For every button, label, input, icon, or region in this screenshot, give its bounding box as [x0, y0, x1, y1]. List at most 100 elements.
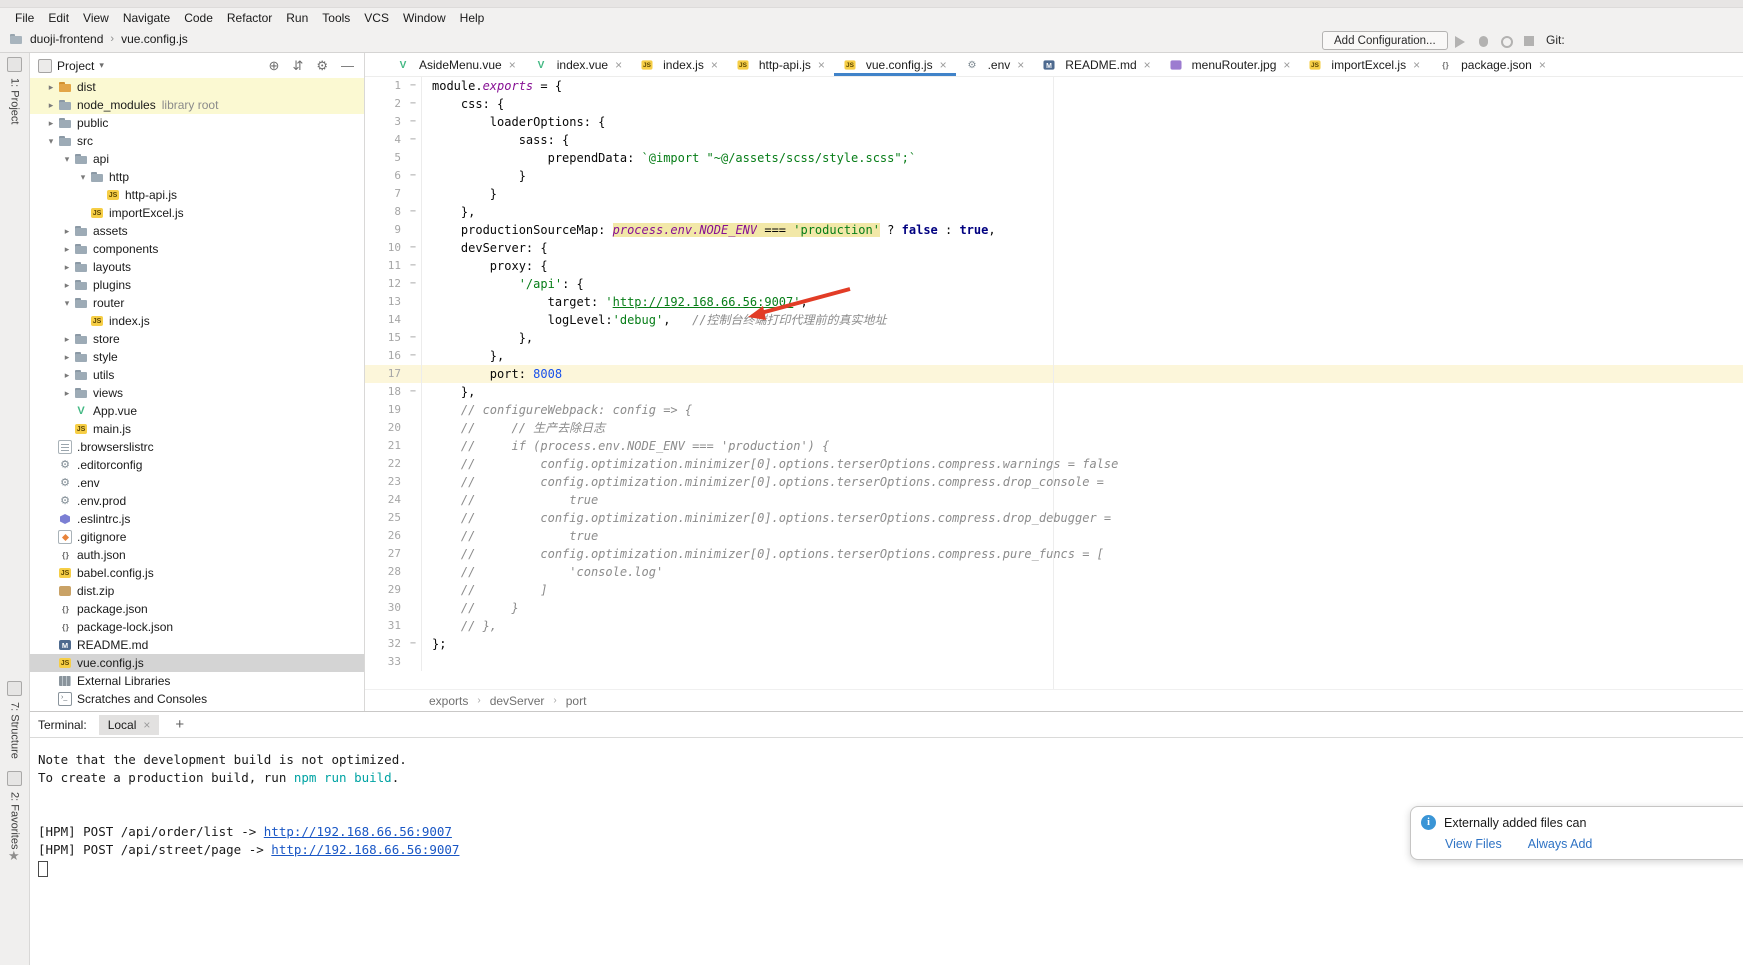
code-line[interactable]: 16− },: [365, 347, 1743, 365]
editor-tab[interactable]: index.js×: [631, 53, 727, 76]
toolwindow-button-favorites[interactable]: 2: Favorites: [0, 771, 29, 849]
tree-item[interactable]: auth.json: [30, 546, 364, 564]
editor-tab[interactable]: AsideMenu.vue×: [387, 53, 525, 76]
code-editor[interactable]: 1−module.exports = {2− css: {3− loaderOp…: [365, 77, 1743, 689]
fold-marker[interactable]: −: [405, 257, 422, 275]
code-line[interactable]: 2− css: {: [365, 95, 1743, 113]
tree-item[interactable]: .gitignore: [30, 528, 364, 546]
view-files-link[interactable]: View Files: [1445, 837, 1502, 851]
project-panel-title[interactable]: Project: [57, 59, 94, 73]
editor-breadcrumb-item[interactable]: exports: [429, 694, 468, 708]
code-line[interactable]: 23 // config.optimization.minimizer[0].o…: [365, 473, 1743, 491]
tree-item[interactable]: README.md: [30, 636, 364, 654]
code-line[interactable]: 33: [365, 653, 1743, 671]
tree-item[interactable]: babel.config.js: [30, 564, 364, 582]
tree-item[interactable]: Scratches and Consoles: [30, 690, 364, 708]
chevron-collapsed-icon[interactable]: ▸: [60, 262, 74, 273]
tab-close-icon[interactable]: ×: [1413, 58, 1420, 72]
menu-item-edit[interactable]: Edit: [41, 9, 76, 27]
tree-item[interactable]: ▸views: [30, 384, 364, 402]
tree-item[interactable]: ▸dist: [30, 78, 364, 96]
chevron-collapsed-icon[interactable]: ▸: [60, 226, 74, 237]
tab-close-icon[interactable]: ×: [1017, 58, 1024, 72]
tab-close-icon[interactable]: ×: [818, 58, 825, 72]
tab-close-icon[interactable]: ×: [509, 58, 516, 72]
tab-close-icon[interactable]: ×: [1144, 58, 1151, 72]
editor-tab[interactable]: index.vue×: [525, 53, 631, 76]
terminal-link[interactable]: http://192.168.66.56:9007: [271, 842, 459, 857]
tree-item[interactable]: ▸layouts: [30, 258, 364, 276]
menu-item-code[interactable]: Code: [177, 9, 220, 27]
editor-tab[interactable]: .env×: [956, 53, 1034, 76]
editor-tab[interactable]: package.json×: [1429, 53, 1555, 76]
dropdown-caret-icon[interactable]: [99, 60, 104, 71]
code-line[interactable]: 20 // // 生产去除日志: [365, 419, 1743, 437]
run-icon[interactable]: [1455, 36, 1465, 48]
tab-close-icon[interactable]: ×: [615, 58, 622, 72]
menu-item-file[interactable]: File: [8, 9, 41, 27]
tree-item[interactable]: dist.zip: [30, 582, 364, 600]
editor-tab[interactable]: vue.config.js×: [834, 53, 956, 76]
code-line[interactable]: 13 target: 'http://192.168.66.56:9007',: [365, 293, 1743, 311]
add-configuration-button[interactable]: Add Configuration...: [1322, 31, 1448, 50]
code-line[interactable]: 29 // ]: [365, 581, 1743, 599]
tree-item[interactable]: package.json: [30, 600, 364, 618]
code-line[interactable]: 9 productionSourceMap: process.env.NODE_…: [365, 221, 1743, 239]
code-line[interactable]: 4− sass: {: [365, 131, 1743, 149]
tree-item[interactable]: App.vue: [30, 402, 364, 420]
code-line[interactable]: 32−};: [365, 635, 1743, 653]
code-line[interactable]: 21 // if (process.env.NODE_ENV === 'prod…: [365, 437, 1743, 455]
tree-item[interactable]: External Libraries: [30, 672, 364, 690]
code-line[interactable]: 18− },: [365, 383, 1743, 401]
tree-item[interactable]: ▸utils: [30, 366, 364, 384]
tree-item[interactable]: main.js: [30, 420, 364, 438]
editor-tab[interactable]: README.md×: [1033, 53, 1159, 76]
tree-item[interactable]: ▸store: [30, 330, 364, 348]
chevron-collapsed-icon[interactable]: ▸: [44, 82, 58, 93]
code-line[interactable]: 3− loaderOptions: {: [365, 113, 1743, 131]
tree-item[interactable]: .env.prod: [30, 492, 364, 510]
menu-item-vcs[interactable]: VCS: [357, 9, 396, 27]
tree-item[interactable]: .env: [30, 474, 364, 492]
chevron-collapsed-icon[interactable]: ▸: [60, 244, 74, 255]
fold-marker[interactable]: −: [405, 635, 422, 653]
fold-marker[interactable]: −: [405, 203, 422, 221]
menu-item-run[interactable]: Run: [279, 9, 315, 27]
chevron-expanded-icon[interactable]: ▾: [44, 136, 58, 147]
tree-item[interactable]: ▾api: [30, 150, 364, 168]
tree-item[interactable]: ▸components: [30, 240, 364, 258]
code-line[interactable]: 7 }: [365, 185, 1743, 203]
toolwindow-button-project[interactable]: 1: Project: [0, 57, 29, 124]
chevron-collapsed-icon[interactable]: ▸: [60, 352, 74, 363]
code-line[interactable]: 1−module.exports = {: [365, 77, 1743, 95]
tab-close-icon[interactable]: ×: [1539, 58, 1546, 72]
menu-item-view[interactable]: View: [76, 9, 116, 27]
new-terminal-icon[interactable]: +: [171, 716, 188, 733]
code-line[interactable]: 14 logLevel:'debug', //控制台终端打印代理前的真实地址: [365, 311, 1743, 329]
fold-marker[interactable]: −: [405, 77, 422, 95]
editor-breadcrumb-item[interactable]: port: [566, 694, 587, 708]
tree-item[interactable]: http-api.js: [30, 186, 364, 204]
stop-icon[interactable]: [1524, 36, 1534, 46]
chevron-expanded-icon[interactable]: ▾: [76, 172, 90, 183]
code-line[interactable]: 24 // true: [365, 491, 1743, 509]
code-line[interactable]: 17 port: 8008: [365, 365, 1743, 383]
menu-item-window[interactable]: Window: [396, 9, 453, 27]
menu-item-navigate[interactable]: Navigate: [116, 9, 177, 27]
chevron-collapsed-icon[interactable]: ▸: [60, 370, 74, 381]
fold-marker[interactable]: −: [405, 275, 422, 293]
tab-close-icon[interactable]: ×: [940, 58, 947, 72]
code-line[interactable]: 8− },: [365, 203, 1743, 221]
code-line[interactable]: 30 // }: [365, 599, 1743, 617]
terminal-tab-local[interactable]: Local ×: [99, 715, 160, 735]
tree-item[interactable]: package-lock.json: [30, 618, 364, 636]
tab-close-icon[interactable]: ×: [1283, 58, 1290, 72]
fold-marker[interactable]: −: [405, 131, 422, 149]
code-line[interactable]: 27 // config.optimization.minimizer[0].o…: [365, 545, 1743, 563]
fold-marker[interactable]: −: [405, 95, 422, 113]
toolwindow-button-structure[interactable]: 7: Structure: [0, 681, 29, 759]
menu-item-refactor[interactable]: Refactor: [220, 9, 279, 27]
tab-close-icon[interactable]: ×: [711, 58, 718, 72]
tree-item[interactable]: index.js: [30, 312, 364, 330]
tree-item[interactable]: .browserslistrc: [30, 438, 364, 456]
